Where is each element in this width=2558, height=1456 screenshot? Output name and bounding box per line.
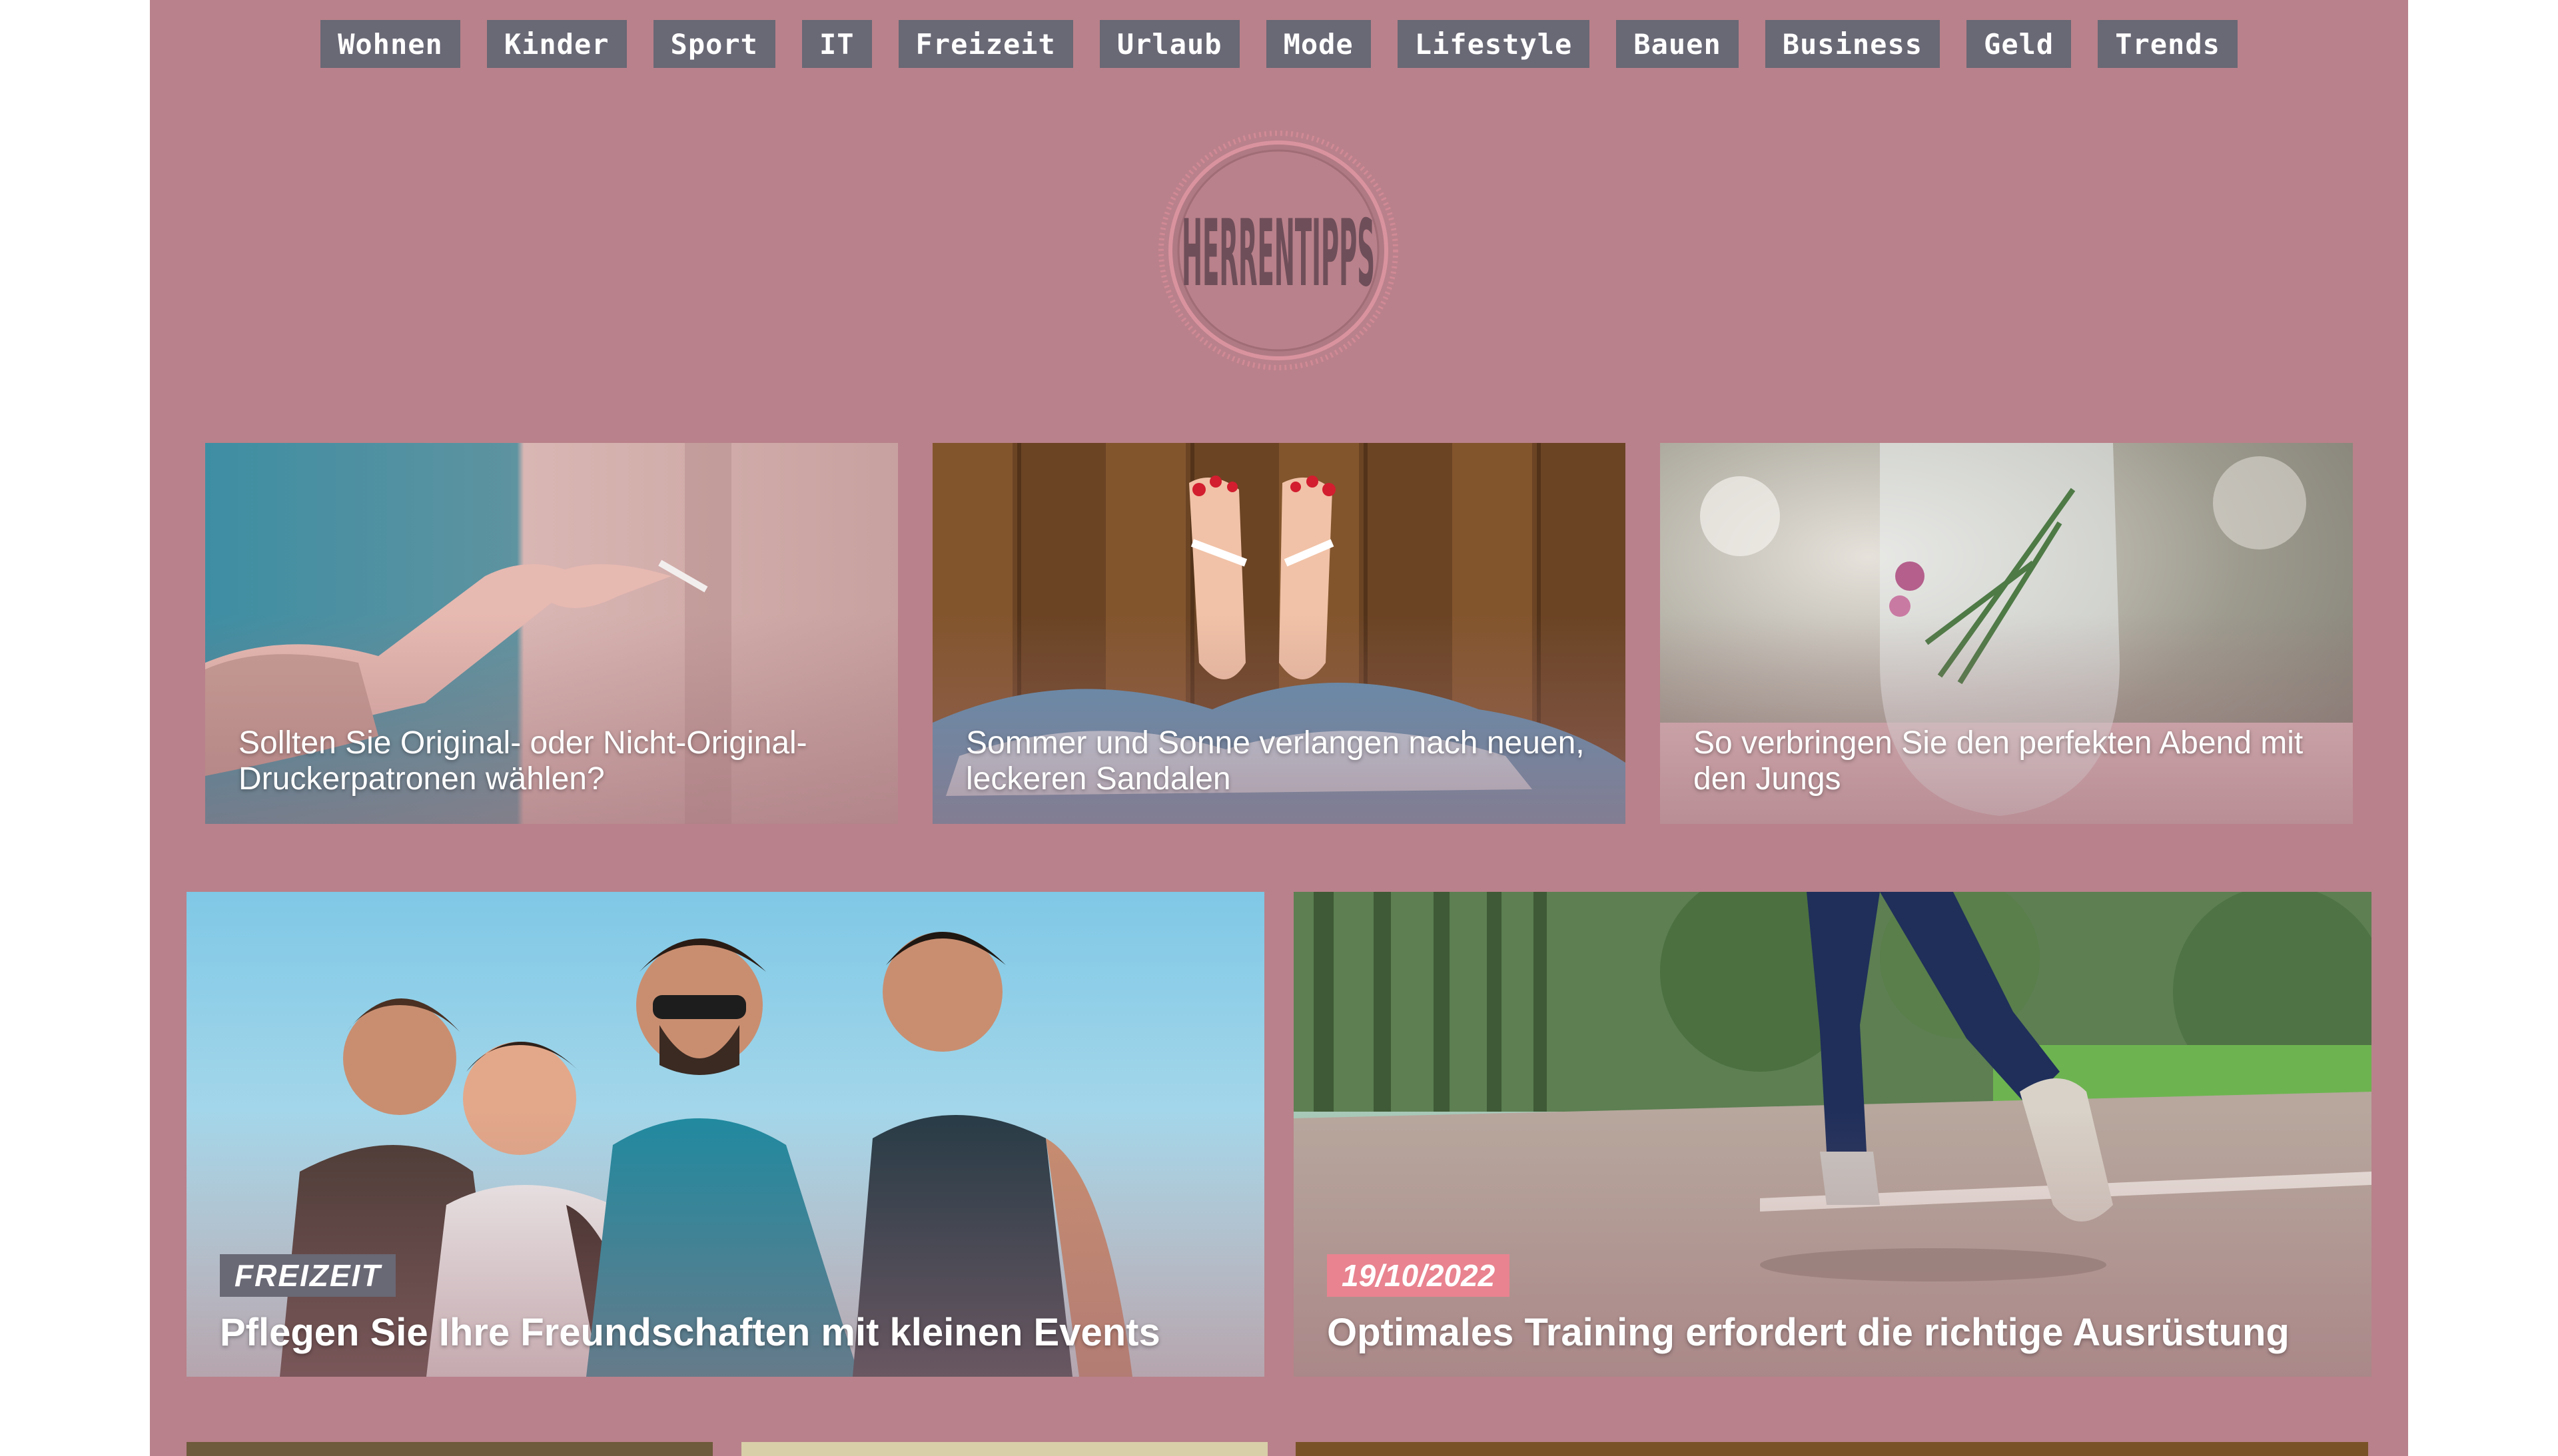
next-row-card-preview[interactable] (741, 1442, 1268, 1456)
article-card-sandalen[interactable]: Sommer und Sonne verlangen nach neuen, l… (933, 443, 1625, 824)
site-logo[interactable]: HERRENTIPPS (1158, 130, 1399, 371)
nav-item-it[interactable]: IT (801, 20, 872, 68)
article-card-training[interactable]: 19/10/2022 Optimales Training erfordert … (1294, 892, 2371, 1377)
article-title[interactable]: Pflegen Sie Ihre Freundschaften mit klei… (220, 1310, 1238, 1355)
article-title[interactable]: Optimales Training erfordert die richtig… (1327, 1310, 2345, 1355)
category-navigation: Wohnen Kinder Sport IT Freizeit Urlaub M… (150, 20, 2408, 71)
nav-item-lifestyle[interactable]: Lifestyle (1397, 20, 1590, 68)
article-title[interactable]: So verbringen Sie den perfekten Abend mi… (1693, 725, 2320, 797)
site-container: Wohnen Kinder Sport IT Freizeit Urlaub M… (150, 0, 2408, 1456)
nav-item-kinder[interactable]: Kinder (486, 20, 627, 68)
article-title[interactable]: Sollten Sie Original- oder Nicht-Origina… (238, 725, 865, 797)
article-card-freundschaften[interactable]: FREIZEIT Pflegen Sie Ihre Freundschaften… (187, 892, 1264, 1377)
category-badge[interactable]: FREIZEIT (220, 1254, 396, 1297)
nav-item-freizeit[interactable]: Freizeit (898, 20, 1073, 68)
nav-item-wohnen[interactable]: Wohnen (320, 20, 460, 68)
nav-item-trends[interactable]: Trends (2098, 20, 2238, 68)
nav-item-mode[interactable]: Mode (1266, 20, 1371, 68)
logo-emblem-icon: HERRENTIPPS (1158, 131, 1398, 370)
nav-item-urlaub[interactable]: Urlaub (1099, 20, 1240, 68)
browser-page: Wohnen Kinder Sport IT Freizeit Urlaub M… (0, 0, 2558, 1456)
date-badge: 19/10/2022 (1327, 1254, 1510, 1297)
next-row-card-preview[interactable] (1296, 1442, 2368, 1456)
next-row-card-preview[interactable] (187, 1442, 713, 1456)
article-card-abend-jungs[interactable]: So verbringen Sie den perfekten Abend mi… (1660, 443, 2353, 824)
logo-text: HERRENTIPPS (1182, 200, 1375, 307)
article-title[interactable]: Sommer und Sonne verlangen nach neuen, l… (966, 725, 1592, 797)
nav-item-sport[interactable]: Sport (653, 20, 775, 68)
nav-item-business[interactable]: Business (1765, 20, 1940, 68)
article-card-druckerpatronen[interactable]: Sollten Sie Original- oder Nicht-Origina… (205, 443, 898, 824)
nav-item-geld[interactable]: Geld (1966, 20, 2072, 68)
nav-item-bauen[interactable]: Bauen (1616, 20, 1739, 68)
